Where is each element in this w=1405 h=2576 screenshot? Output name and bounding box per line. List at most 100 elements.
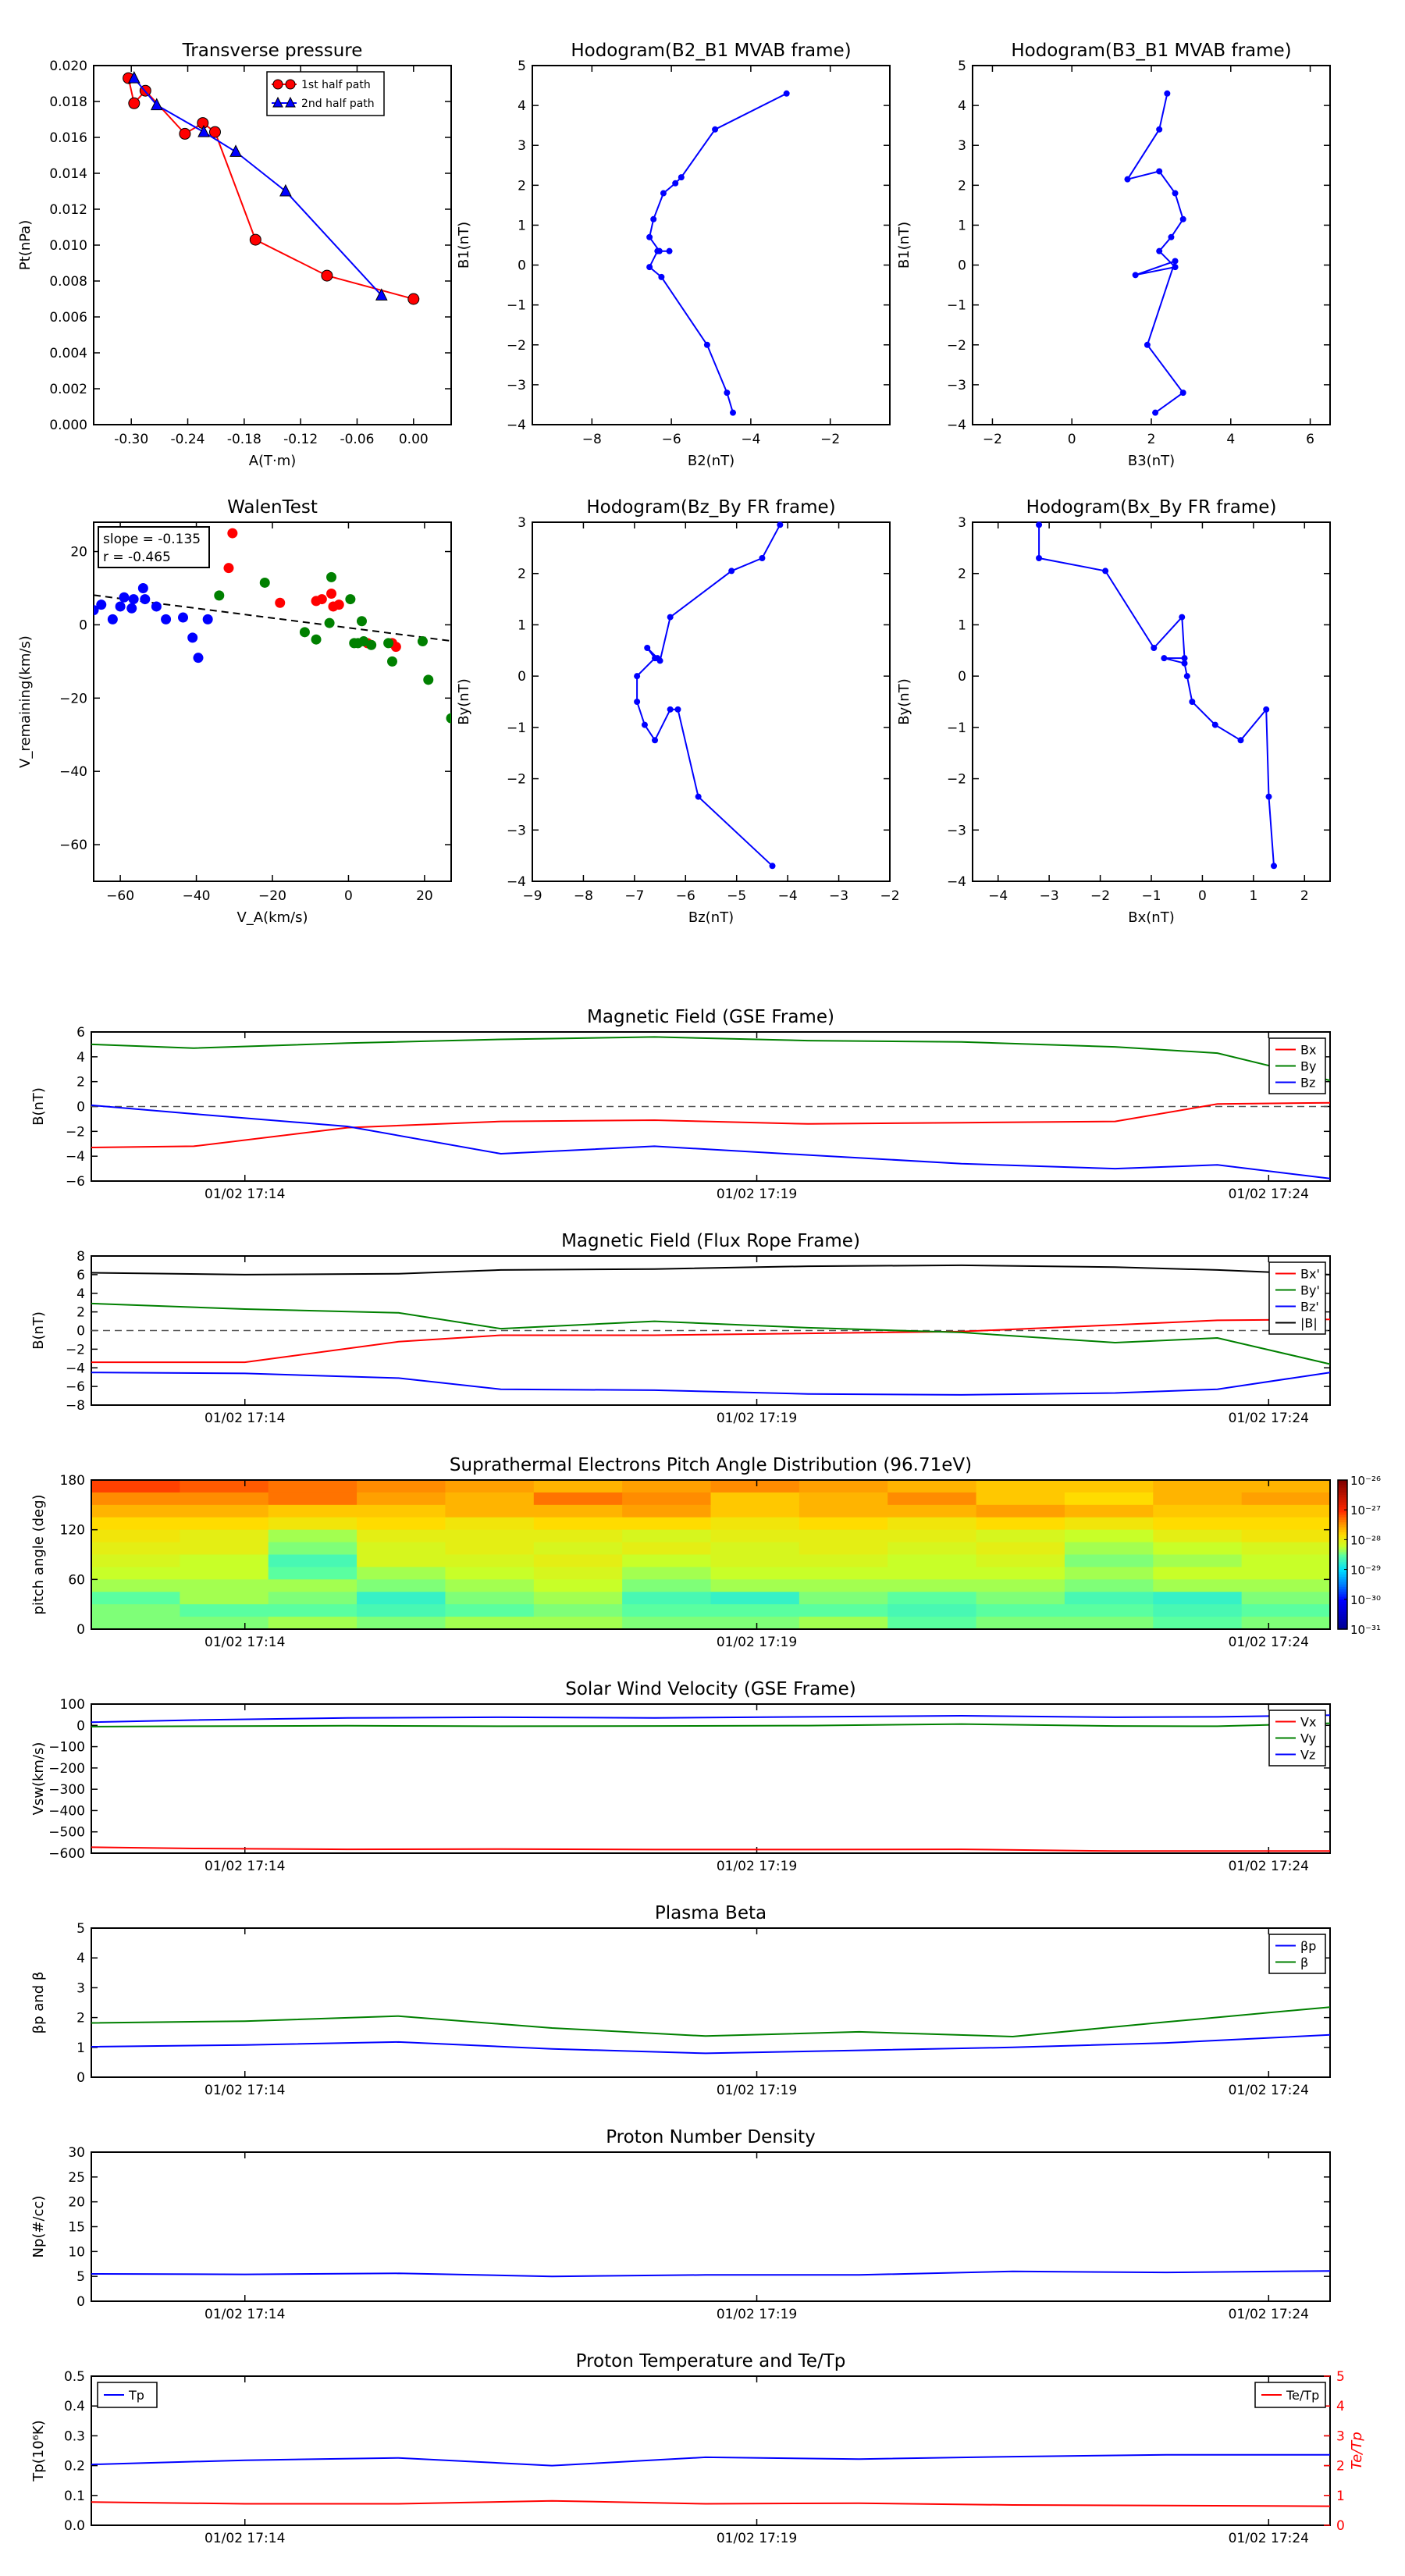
y-tick-label: 0 — [76, 1100, 85, 1115]
y-tick-label: −4 — [507, 418, 526, 433]
panel-title: Solar Wind Velocity (GSE Frame) — [565, 1679, 855, 1699]
x-tick-label: -0.12 — [283, 432, 318, 447]
heatmap-cell — [180, 1617, 269, 1630]
heatmap-cell — [1153, 1592, 1243, 1605]
walen-point — [386, 656, 397, 667]
heatmap-cell — [268, 1542, 357, 1556]
hodogram-point — [777, 521, 784, 528]
y-tick-label: 0.006 — [49, 310, 87, 326]
series-line — [91, 1372, 1331, 1396]
heatmap-cell — [976, 1579, 1065, 1592]
heatmap-cell — [710, 1529, 800, 1543]
heatmap-cell — [357, 1517, 446, 1531]
heatmap-cell — [622, 1542, 712, 1556]
legend-label: Bz' — [1300, 1300, 1319, 1315]
x-tick-label: −7 — [624, 888, 644, 904]
x-tick-label: 0 — [1068, 432, 1076, 447]
y-tick-label: 6 — [76, 1268, 85, 1283]
walen-point — [353, 638, 364, 649]
heatmap-cell — [91, 1554, 180, 1568]
heatmap-cell — [976, 1567, 1065, 1580]
hodogram-point — [667, 614, 674, 621]
hodogram-point — [1151, 645, 1158, 651]
heatmap-cell — [976, 1617, 1065, 1630]
x-tick-label: −1 — [1141, 888, 1161, 904]
heatmap-cell — [180, 1480, 269, 1493]
panel-transverse-pressure: Transverse pressure 0.000 0.002 0.004 0.006 0… — [17, 41, 452, 469]
x-tick-label: −2 — [820, 432, 840, 447]
time-tick-label: 01/02 17:24 — [1229, 1859, 1309, 1874]
heatmap-cell — [1241, 1517, 1331, 1531]
heatmap-cell — [1153, 1529, 1243, 1543]
hodogram-point — [1181, 660, 1188, 667]
hodogram-point — [641, 721, 648, 728]
walen-point — [107, 614, 118, 624]
walen-point — [259, 577, 270, 588]
panel-title: Transverse pressure — [182, 41, 363, 61]
legend: BxBy Bz — [1268, 1037, 1326, 1094]
heatmap-cell — [91, 1517, 180, 1531]
y-tick-label: −8 — [66, 1398, 85, 1414]
hodogram-point — [1179, 390, 1186, 397]
y-tick-label: −2 — [507, 772, 526, 788]
legend: VxVy Vz — [1268, 1710, 1326, 1767]
time-tick-label: 01/02 17:19 — [717, 1635, 797, 1650]
right-y-tick-label: 0 — [1336, 2518, 1345, 2534]
right-y-tick-label: 4 — [1336, 2399, 1345, 2414]
y-tick-label: 2 — [76, 1305, 85, 1321]
panel-np: Proton Number Density 0 5 10 15 20 25 30 01/02 1… — [30, 2127, 1331, 2322]
heatmap-cell — [445, 1592, 535, 1605]
heatmap-cell — [622, 1529, 712, 1543]
walen-point — [326, 571, 337, 582]
heatmap-cell — [799, 1567, 888, 1580]
hodogram-point — [1152, 409, 1159, 416]
legend-label: Bx' — [1300, 1267, 1320, 1282]
x-tick-label: 2 — [1300, 888, 1309, 904]
heatmap-cell — [1064, 1542, 1154, 1556]
legend-label: Vx — [1300, 1715, 1316, 1730]
heatmap-cell — [1153, 1542, 1243, 1556]
x-tick-label: −60 — [106, 888, 134, 904]
series-line — [91, 2270, 1331, 2278]
heatmap-cell — [799, 1579, 888, 1592]
heatmap-cell — [1153, 1492, 1243, 1506]
heatmap-cell — [799, 1492, 888, 1506]
y-tick-label: 0.2 — [64, 2459, 85, 2475]
hodogram-point — [783, 90, 790, 97]
legend: Bx'By' Bz'|B| — [1268, 1261, 1326, 1335]
panel-title: Suprathermal Electrons Pitch Angle Distr… — [450, 1455, 972, 1475]
series-line — [91, 1264, 1331, 1276]
panel-title: Plasma Beta — [655, 1903, 767, 1923]
y-tick-label: 3 — [518, 138, 526, 154]
heatmap-cell — [887, 1504, 977, 1518]
heatmap-cell — [268, 1554, 357, 1568]
y-tick-label: 0.020 — [49, 59, 87, 74]
heatmap-cell — [180, 1504, 269, 1518]
y-tick-label: 0.010 — [49, 238, 87, 254]
heatmap-cell — [710, 1567, 800, 1580]
x-tick-label: -0.30 — [114, 432, 148, 447]
walen-point — [137, 582, 148, 593]
heatmap-cell — [887, 1617, 977, 1630]
panel-title: Magnetic Field (Flux Rope Frame) — [561, 1231, 860, 1251]
y-tick-label: 0.002 — [49, 382, 87, 397]
y-tick-label: 0.3 — [64, 2428, 85, 2444]
heatmap-cell — [533, 1604, 623, 1617]
hodogram-point — [1164, 90, 1171, 97]
y-axis-label: B(nT) — [30, 1087, 47, 1126]
y-tick-label: 30 — [68, 2145, 85, 2161]
panel-title: Magnetic Field (GSE Frame) — [587, 1007, 834, 1027]
heatmap-cell — [710, 1617, 800, 1630]
walen-point — [128, 594, 139, 605]
heatmap-cell — [357, 1480, 446, 1493]
walen-point — [223, 563, 234, 574]
y-tick-label: 0 — [76, 2070, 85, 2086]
heatmap-cell — [1064, 1529, 1154, 1543]
y-tick-label: 0.014 — [49, 166, 87, 182]
heatmap-cell — [357, 1579, 446, 1592]
walen-point — [417, 636, 428, 647]
heatmap-cell — [357, 1604, 446, 1617]
walen-point — [357, 616, 367, 627]
panel-beta: Plasma Beta 0 1 2 3 4 5 01/02 17:14 01/02 17:19 0… — [30, 1903, 1331, 2098]
heatmap-cell — [357, 1529, 446, 1543]
